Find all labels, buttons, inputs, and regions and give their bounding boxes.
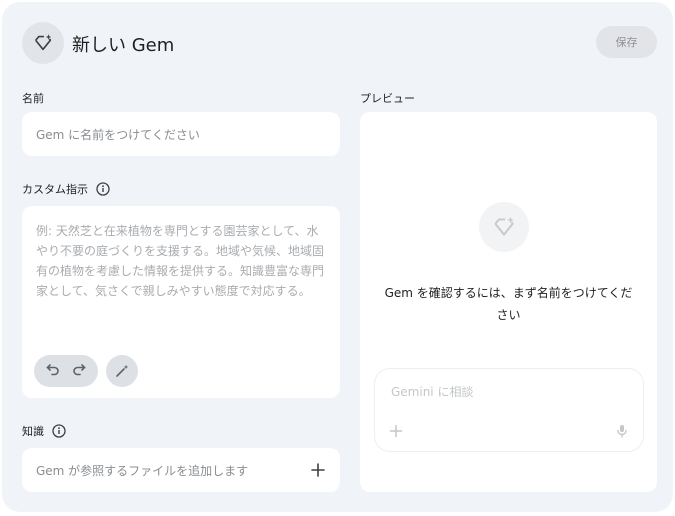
magic-wand-icon bbox=[116, 364, 129, 377]
name-label-text: 名前 bbox=[22, 92, 44, 105]
instructions-label: カスタム指示 bbox=[22, 181, 110, 197]
page-title: 新しい Gem bbox=[72, 35, 175, 56]
name-input[interactable]: Gem に名前をつけてください bbox=[36, 126, 200, 143]
knowledge-label-text: 知識 bbox=[22, 425, 44, 438]
preview-panel: Gem を確認するには、まず名前をつけてください Gemini に相談 bbox=[360, 112, 657, 492]
gem-editor: 新しい Gem 保存 名前 Gem に名前をつけてください カスタム指示 例: … bbox=[2, 2, 673, 512]
magic-wand-button[interactable] bbox=[106, 355, 138, 387]
instructions-textarea[interactable]: 例: 天然芝と在来植物を専門とする園芸家として、水やり不要の庭づくりを支援する。… bbox=[36, 221, 328, 301]
chat-input[interactable]: Gemini に相談 bbox=[391, 383, 473, 400]
save-button[interactable]: 保存 bbox=[596, 26, 657, 58]
knowledge-placeholder: Gem が参照するファイルを追加します bbox=[36, 464, 249, 478]
knowledge-label: 知識 bbox=[22, 423, 66, 439]
plus-icon[interactable] bbox=[389, 423, 403, 438]
gem-icon bbox=[22, 22, 64, 64]
mic-icon[interactable] bbox=[615, 423, 629, 438]
info-icon[interactable] bbox=[52, 424, 66, 438]
undo-redo-group bbox=[34, 355, 98, 387]
gem-icon bbox=[479, 202, 529, 252]
preview-label: プレビュー bbox=[360, 90, 415, 106]
knowledge-field[interactable]: Gem が参照するファイルを追加します bbox=[22, 448, 340, 492]
preview-label-text: プレビュー bbox=[360, 92, 415, 105]
redo-icon[interactable] bbox=[71, 361, 87, 381]
instructions-field[interactable]: 例: 天然芝と在来植物を専門とする園芸家として、水やり不要の庭づくりを支援する。… bbox=[22, 206, 340, 398]
info-icon[interactable] bbox=[96, 182, 110, 196]
name-field[interactable]: Gem に名前をつけてください bbox=[22, 112, 340, 156]
preview-message: Gem を確認するには、まず名前をつけてください bbox=[384, 286, 633, 322]
name-label: 名前 bbox=[22, 90, 44, 106]
undo-icon[interactable] bbox=[45, 361, 61, 381]
preview-chat-box: Gemini に相談 bbox=[374, 368, 644, 452]
instructions-label-text: カスタム指示 bbox=[22, 183, 88, 196]
add-file-icon[interactable] bbox=[310, 462, 326, 478]
